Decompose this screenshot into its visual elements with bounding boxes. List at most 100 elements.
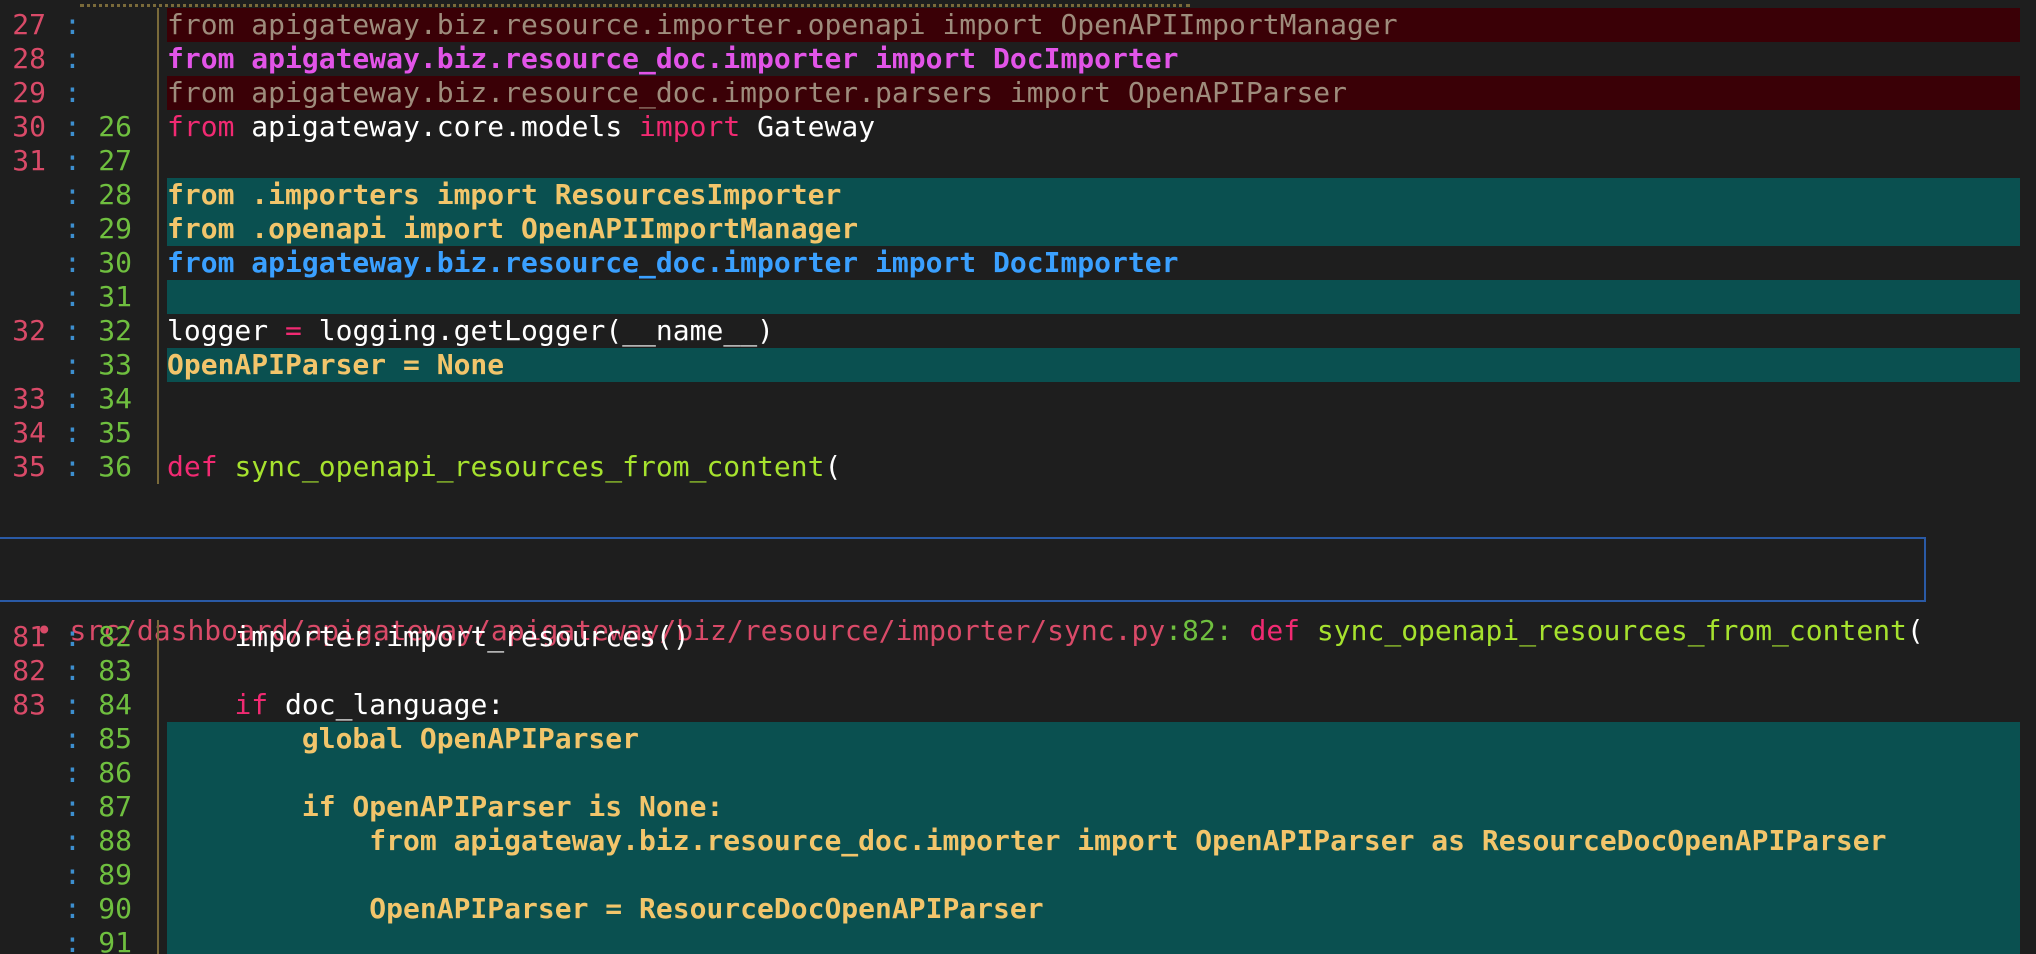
diff-line: 83:84 if doc_language: <box>0 688 2036 722</box>
diff-line: 82:83 <box>0 654 2036 688</box>
diff-gutter-line <box>157 620 159 954</box>
code-line-plain[interactable]: logger = logging.getLogger(__name__) <box>167 314 2020 348</box>
diff-hunk-2: 81:82 importer.import_resources() 82:83 83… <box>0 620 2036 954</box>
code-line-removed[interactable]: from apigateway.biz.resource.importer.op… <box>167 8 2020 42</box>
code-line-plain[interactable]: importer.import_resources() <box>167 620 2020 654</box>
old-line-number <box>0 246 46 280</box>
old-line-number: 81 <box>12 620 46 653</box>
old-line-number <box>0 178 46 212</box>
line-number-separator: : <box>64 926 81 954</box>
code-line-added[interactable]: global OpenAPIParser <box>167 722 2020 756</box>
diff-line: :87 if OpenAPIParser is None: <box>0 790 2036 824</box>
code-line-plain[interactable] <box>167 416 2020 450</box>
diff-line: 28: from apigateway.biz.resource_doc.impo… <box>0 42 2036 76</box>
code-line-plain[interactable] <box>167 654 2020 688</box>
old-line-number: 83 <box>12 688 46 721</box>
line-number-separator: : <box>64 858 81 891</box>
code-line-plain[interactable]: from apigateway.core.models import Gatew… <box>167 110 2020 144</box>
line-number-separator: : <box>64 824 81 857</box>
old-line-number <box>0 790 46 824</box>
line-number-separator: : <box>64 42 81 75</box>
diff-line: :91 <box>0 926 2036 954</box>
new-line-number: 34 <box>98 382 132 415</box>
new-line-number: 30 <box>98 246 132 279</box>
old-line-number <box>0 892 46 926</box>
old-line-number: 31 <box>12 144 46 177</box>
new-line-number: 33 <box>98 348 132 381</box>
new-line-number: 27 <box>98 144 132 177</box>
code-line-added[interactable] <box>167 280 2020 314</box>
diff-line: :86 <box>0 756 2036 790</box>
code-line-added[interactable] <box>167 926 2020 954</box>
old-line-number: 30 <box>12 110 46 143</box>
diff-line: 34:35 <box>0 416 2036 450</box>
line-number-separator: : <box>64 416 81 449</box>
new-line-number: 89 <box>98 858 132 891</box>
diff-line: :89 <box>0 858 2036 892</box>
old-line-number <box>0 858 46 892</box>
line-number-separator: : <box>64 654 81 687</box>
code-line-added[interactable]: from .openapi import OpenAPIImportManage… <box>167 212 2020 246</box>
line-number-separator: : <box>64 620 81 653</box>
new-line-number: 90 <box>98 892 132 925</box>
old-line-number <box>0 824 46 858</box>
code-line-plain[interactable] <box>167 382 2020 416</box>
code-line-added[interactable]: OpenAPIParser = None <box>167 348 2020 382</box>
new-line-number: 85 <box>98 722 132 755</box>
line-number-separator: : <box>64 450 81 483</box>
old-line-number: 82 <box>12 654 46 687</box>
line-number-separator: : <box>64 212 81 245</box>
code-line-plain[interactable]: def sync_openapi_resources_from_content( <box>167 450 2020 484</box>
old-line-number: 35 <box>12 450 46 483</box>
line-number-separator: : <box>64 110 81 143</box>
file-header[interactable]: • src/dashboard/apigateway/apigateway/bi… <box>0 537 1926 647</box>
old-line-number <box>0 722 46 756</box>
old-line-number <box>0 212 46 246</box>
diff-line: 31:27 <box>0 144 2036 178</box>
line-number-separator: : <box>64 314 81 347</box>
new-line-number: 82 <box>98 620 132 653</box>
code-line-removed[interactable]: from apigateway.biz.resource_doc.importe… <box>167 76 2020 110</box>
new-line-number: 36 <box>98 450 132 483</box>
code-line-moved[interactable]: from apigateway.biz.resource_doc.importe… <box>167 246 2020 280</box>
diff-line: :90 OpenAPIParser = ResourceDocOpenAPIPa… <box>0 892 2036 926</box>
line-number-separator: : <box>64 76 81 109</box>
code-line-added[interactable] <box>167 858 2020 892</box>
new-line-number: 87 <box>98 790 132 823</box>
diff-line: :31 <box>0 280 2036 314</box>
code-line-plain[interactable] <box>167 144 2020 178</box>
line-number-separator: : <box>64 246 81 279</box>
old-line-number: 33 <box>12 382 46 415</box>
code-line-added[interactable]: if OpenAPIParser is None: <box>167 790 2020 824</box>
new-line-number <box>84 8 132 42</box>
diff-line: :28 from .importers import ResourcesImpor… <box>0 178 2036 212</box>
new-line-number: 86 <box>98 756 132 789</box>
new-line-number: 31 <box>98 280 132 313</box>
new-line-number: 84 <box>98 688 132 721</box>
diff-line: :29 from .openapi import OpenAPIImportMan… <box>0 212 2036 246</box>
line-number-separator: : <box>64 382 81 415</box>
code-line-added[interactable] <box>167 756 2020 790</box>
code-line-added[interactable]: OpenAPIParser = ResourceDocOpenAPIParser <box>167 892 2020 926</box>
line-number-separator: : <box>64 892 81 925</box>
code-line-added[interactable]: from apigateway.biz.resource_doc.importe… <box>167 824 2020 858</box>
new-line-number <box>84 42 132 76</box>
new-line-number: 83 <box>98 654 132 687</box>
diff-hunk-1: 27: from apigateway.biz.resource.importer… <box>0 8 2036 484</box>
line-number-separator: : <box>64 756 81 789</box>
old-line-number: 27 <box>12 8 46 41</box>
diff-line: 27: from apigateway.biz.resource.importer… <box>0 8 2036 42</box>
line-number-separator: : <box>64 722 81 755</box>
code-line-magenta[interactable]: from apigateway.biz.resource_doc.importe… <box>167 42 2020 76</box>
line-number-separator: : <box>64 280 81 313</box>
old-line-number <box>0 926 46 954</box>
diff-line: :88 from apigateway.biz.resource_doc.imp… <box>0 824 2036 858</box>
line-number-separator: : <box>64 144 81 177</box>
diff-line: :30 from apigateway.biz.resource_doc.impo… <box>0 246 2036 280</box>
old-line-number: 28 <box>12 42 46 75</box>
old-line-number: 29 <box>12 76 46 109</box>
code-line-plain[interactable]: if doc_language: <box>167 688 2020 722</box>
new-line-number: 91 <box>98 926 132 954</box>
code-line-added[interactable]: from .importers import ResourcesImporter <box>167 178 2020 212</box>
diff-line: 35:36 def sync_openapi_resources_from_con… <box>0 450 2036 484</box>
